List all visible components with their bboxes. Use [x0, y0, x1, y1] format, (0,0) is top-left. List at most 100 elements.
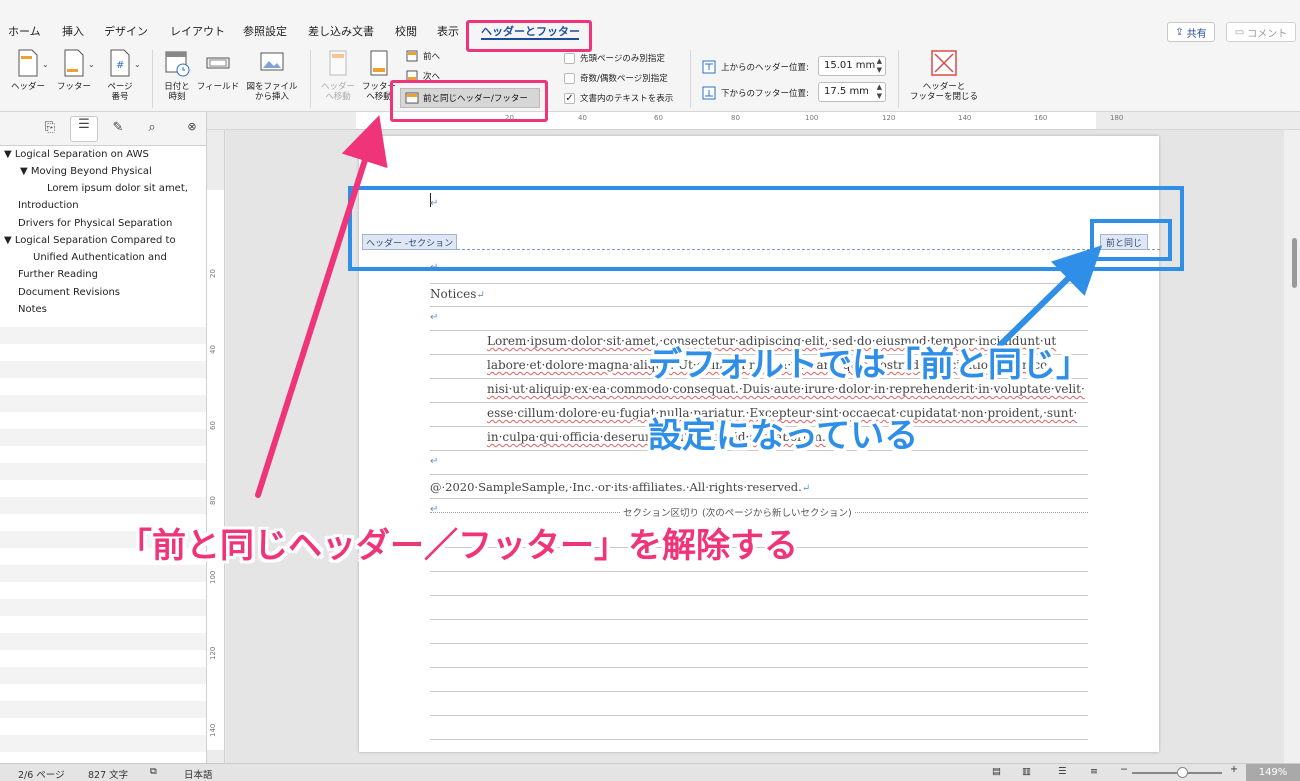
vruler-tick: 60	[209, 421, 217, 430]
picture-icon	[260, 52, 284, 71]
text-line	[430, 571, 1088, 572]
calendar-clock-icon	[165, 51, 190, 77]
vruler-tick: 80	[209, 496, 217, 505]
nav-item-label: Logical Separation on AWS	[14, 149, 149, 160]
zoom-in-icon[interactable]: +	[1230, 764, 1238, 775]
scrollbar-thumb[interactable]	[1292, 238, 1297, 288]
paragraph-mark: ↵	[430, 504, 439, 515]
header-position-stepper[interactable]: 15.01 mm ▲ ▼	[818, 56, 886, 76]
ruler-tick: 140	[958, 114, 972, 122]
text-line	[430, 595, 1088, 596]
footer-position-label: 下からのフッター位置:	[721, 89, 809, 99]
header-position-label: 上からのヘッダー位置:	[721, 63, 809, 73]
header-dropdown-icon[interactable]: ⌄	[42, 60, 49, 69]
disclosure-triangle-icon[interactable]: ▼	[20, 166, 28, 177]
ruler-tick: 60	[654, 114, 663, 122]
previous-label: 前へ	[423, 52, 441, 62]
ruler-tick: 80	[731, 114, 740, 122]
nav-item-moving-beyond[interactable]: ▼ Moving Beyond Physical	[20, 166, 152, 177]
thumbnails-icon[interactable]: ⎘	[40, 120, 60, 138]
ruler-tick: 40	[578, 114, 587, 122]
nav-item-further-reading[interactable]: Further Reading	[18, 269, 98, 280]
tab-view[interactable]: 表示	[437, 23, 459, 39]
nav-item-introduction[interactable]: Introduction	[18, 200, 79, 211]
field-icon	[206, 57, 230, 69]
share-button[interactable]: ⇪ 共有	[1167, 22, 1215, 42]
previous-button[interactable]: 前へ	[406, 50, 440, 62]
tab-references[interactable]: 参照設定	[243, 23, 287, 39]
checkbox-unchecked[interactable]	[564, 52, 575, 64]
checkbox-unchecked[interactable]	[564, 72, 575, 84]
disclosure-triangle-icon[interactable]: ▼	[4, 235, 12, 246]
stepper-arrows-icon[interactable]: ▲ ▼	[877, 83, 882, 101]
page-number-dropdown-icon[interactable]: ⌄	[134, 60, 141, 69]
nav-item-label: Logical Separation Compared to	[14, 235, 176, 246]
first-page-different-checkbox[interactable]: 先頭ページのみ別指定	[564, 52, 665, 64]
text-line	[430, 283, 1088, 284]
search-icon[interactable]: ⌕	[142, 120, 162, 138]
vruler-tick: 120	[209, 646, 217, 660]
notices-text: Notices	[430, 287, 477, 301]
language[interactable]: 日本語	[184, 767, 213, 781]
header-position-label-row: 上からのヘッダー位置:	[702, 60, 809, 74]
close-header-footer-button[interactable]: ヘッダーと フッターを閉じる	[906, 48, 982, 102]
draft-icon[interactable]: ≡	[1090, 766, 1098, 777]
checkmark-icon[interactable]: ✓	[564, 92, 575, 104]
nav-item-logical-separation[interactable]: ▼ Logical Separation on AWS	[4, 149, 149, 160]
footer-position-value: 17.5 mm	[824, 86, 869, 97]
header-button[interactable]: ヘッダー	[8, 48, 48, 92]
nav-item-unified-auth[interactable]: Unified Authentication and	[33, 252, 167, 263]
tab-layout[interactable]: レイアウト	[170, 23, 225, 39]
goto-header-label-2: へ移動	[325, 92, 351, 102]
odd-even-different-checkbox[interactable]: 奇数/偶数ページ別指定	[564, 72, 668, 84]
nav-item-drivers[interactable]: Drivers for Physical Separation	[18, 218, 172, 229]
footer-button[interactable]: フッター	[54, 48, 94, 92]
footer-position-icon	[702, 86, 716, 100]
page-count[interactable]: 2/6 ページ	[18, 767, 65, 781]
nav-item-lorem[interactable]: Lorem ipsum dolor sit amet,	[47, 183, 188, 194]
outline-icon[interactable]: ☰	[1058, 766, 1067, 777]
zoom-out-icon[interactable]: −	[1120, 764, 1128, 775]
ribbon-separator	[898, 50, 899, 108]
text-line	[430, 643, 1088, 644]
odd-even-different-label: 奇数/偶数ページ別指定	[580, 74, 668, 84]
goto-header-icon	[329, 50, 347, 76]
text-line	[430, 667, 1088, 668]
header-button-label: ヘッダー	[10, 82, 45, 92]
field-button[interactable]: フィールド	[196, 48, 240, 92]
previous-icon	[406, 50, 418, 62]
footer-dropdown-icon[interactable]: ⌄	[88, 60, 95, 69]
page-number-button[interactable]: # ページ 番号	[100, 48, 140, 102]
print-layout-icon[interactable]: ▤	[992, 766, 1001, 777]
show-document-text-checkbox[interactable]: ✓ 文書内のテキストを表示	[564, 92, 673, 104]
picture-from-file-button[interactable]: 図をファイル から挿入	[244, 48, 300, 102]
show-document-text-label: 文書内のテキストを表示	[580, 94, 674, 104]
goto-header-button[interactable]: ヘッダー へ移動	[318, 48, 358, 102]
comment-button[interactable]: ▭ コメント	[1226, 22, 1296, 42]
zoom-slider-knob[interactable]	[1177, 767, 1188, 778]
vertical-scrollbar[interactable]	[1284, 130, 1300, 763]
close-pane-icon[interactable]: ⊗	[182, 120, 202, 138]
tab-review[interactable]: 校閲	[395, 23, 417, 39]
web-layout-icon[interactable]: ▥	[1022, 766, 1031, 777]
stepper-arrows-icon[interactable]: ▲ ▼	[877, 57, 882, 75]
disclosure-triangle-icon[interactable]: ▼	[4, 149, 12, 160]
nav-item-notes[interactable]: Notes	[18, 304, 47, 315]
tab-home[interactable]: ホーム	[8, 23, 41, 39]
word-count[interactable]: 827 文字	[88, 767, 128, 781]
tab-insert[interactable]: 挿入	[62, 23, 84, 39]
proofing-icon[interactable]: ⧉	[150, 766, 157, 777]
nav-item-document-revisions[interactable]: Document Revisions	[18, 287, 120, 298]
zoom-percentage[interactable]: 149%	[1246, 764, 1300, 781]
highlight-same-as-previous	[1090, 219, 1172, 261]
edit-document-icon[interactable]: ✎	[108, 120, 128, 138]
nav-item-label: Moving Beyond Physical	[30, 166, 152, 177]
footer-position-stepper[interactable]: 17.5 mm ▲ ▼	[818, 82, 886, 102]
tab-design[interactable]: デザイン	[104, 23, 148, 39]
tab-mailings[interactable]: 差し込み文書	[308, 23, 374, 39]
vruler-tick: 100	[209, 570, 217, 584]
date-time-button[interactable]: 日付と 時刻	[158, 48, 196, 102]
document-map-icon[interactable]: ☰	[70, 116, 98, 142]
nav-item-logical-compared[interactable]: ▼ Logical Separation Compared to	[4, 235, 176, 246]
vruler-tick: 40	[209, 345, 217, 354]
